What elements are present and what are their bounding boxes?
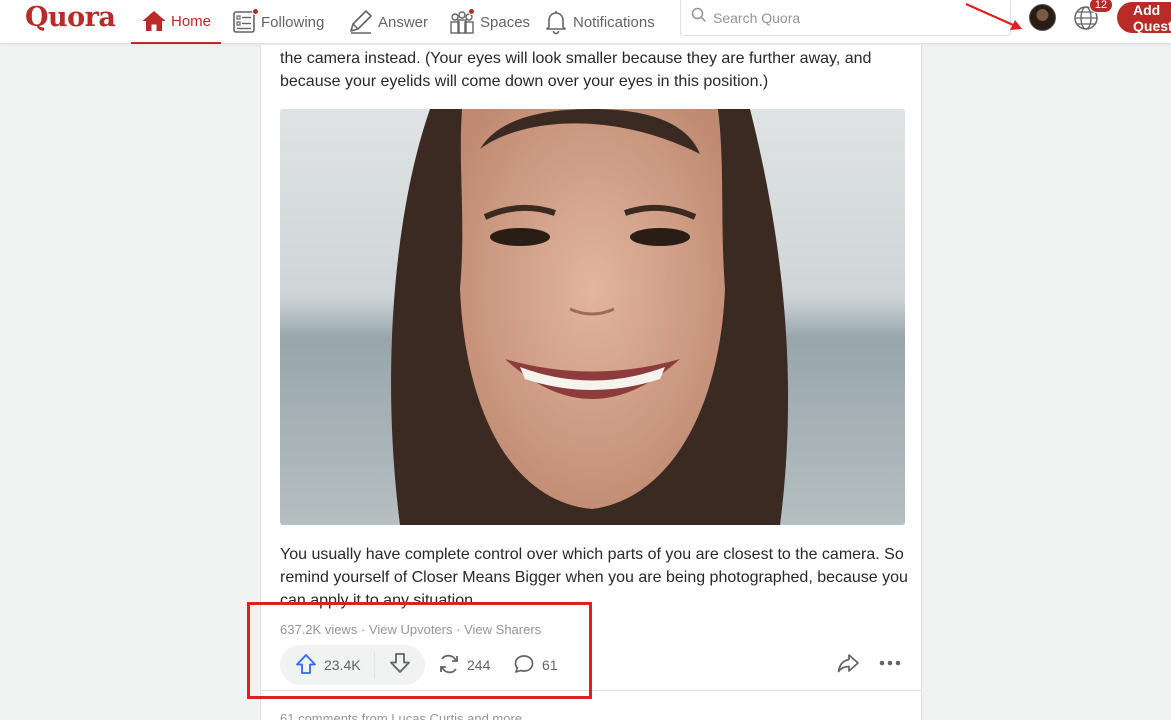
nav-notifications[interactable]: Notifications bbox=[543, 0, 655, 44]
comment-count: 61 bbox=[542, 657, 558, 673]
upvote-count: 23.4K bbox=[324, 657, 361, 673]
ellipsis-icon bbox=[878, 651, 902, 680]
view-sharers-link[interactable]: View Sharers bbox=[464, 622, 541, 637]
share-button[interactable] bbox=[834, 651, 862, 679]
view-upvoters-link[interactable]: View Upvoters bbox=[369, 622, 453, 637]
nav-following[interactable]: Following bbox=[231, 0, 324, 44]
views-count: 637.2K views bbox=[280, 622, 358, 637]
comment-button[interactable]: 61 bbox=[512, 645, 558, 685]
upvote-arrow-icon bbox=[294, 652, 318, 679]
answer-photo[interactable] bbox=[280, 109, 905, 525]
user-avatar[interactable] bbox=[1029, 4, 1056, 31]
answer-card: the camera instead. (Your eyes will look… bbox=[260, 45, 922, 720]
search-bar[interactable] bbox=[680, 0, 1011, 36]
add-question-button[interactable]: Add Question bbox=[1117, 2, 1171, 34]
nav-home-label: Home bbox=[170, 12, 211, 30]
globe-icon bbox=[1072, 6, 1100, 36]
comments-teaser[interactable]: 61 comments from Lucas Curtis and more bbox=[280, 711, 522, 720]
pencil-icon bbox=[348, 9, 374, 35]
downvote-arrow-icon bbox=[388, 651, 412, 680]
upvote-button[interactable]: 23.4K bbox=[280, 645, 374, 685]
answer-action-bar: 23.4K 244 61 bbox=[280, 645, 910, 687]
downvote-button[interactable] bbox=[375, 645, 425, 685]
reshare-count: 244 bbox=[467, 657, 491, 673]
answer-stats: 637.2K views · View Upvoters · View Shar… bbox=[280, 622, 541, 637]
nav-spaces[interactable]: Spaces bbox=[448, 0, 530, 44]
reshare-icon bbox=[437, 652, 461, 679]
nav-home[interactable]: Home bbox=[131, 0, 221, 44]
answer-paragraph: You usually have complete control over w… bbox=[280, 546, 908, 609]
nav-spaces-label: Spaces bbox=[480, 13, 531, 31]
stats-separator: · bbox=[360, 622, 366, 637]
card-divider bbox=[261, 690, 921, 691]
stats-separator: · bbox=[456, 622, 461, 637]
nav-answer-label: Answer bbox=[378, 13, 429, 31]
spaces-notification-dot bbox=[468, 8, 475, 15]
nav-notifications-label: Notifications bbox=[573, 13, 655, 31]
spaces-icon bbox=[448, 8, 476, 35]
home-icon bbox=[141, 9, 167, 33]
nav-following-label: Following bbox=[261, 13, 325, 31]
search-input[interactable] bbox=[713, 9, 993, 26]
smiling-woman-image bbox=[280, 109, 905, 525]
search-icon bbox=[691, 7, 707, 28]
more-options-button[interactable] bbox=[876, 651, 904, 679]
following-icon bbox=[231, 8, 259, 35]
share-arrow-icon bbox=[836, 651, 860, 680]
bell-icon bbox=[543, 9, 569, 35]
top-navbar: Quora Home Following Answer Spaces Notif… bbox=[0, 0, 1171, 44]
comment-bubble-icon bbox=[512, 652, 536, 679]
reshare-button[interactable]: 244 bbox=[437, 645, 490, 685]
following-notification-dot bbox=[252, 8, 259, 15]
language-badge: 12 bbox=[1089, 0, 1113, 13]
vote-pill: 23.4K bbox=[280, 645, 425, 685]
answer-paragraph: the camera instead. (Your eyes will look… bbox=[280, 50, 872, 90]
nav-answer[interactable]: Answer bbox=[348, 0, 428, 44]
quora-logo[interactable]: Quora bbox=[25, 2, 116, 33]
